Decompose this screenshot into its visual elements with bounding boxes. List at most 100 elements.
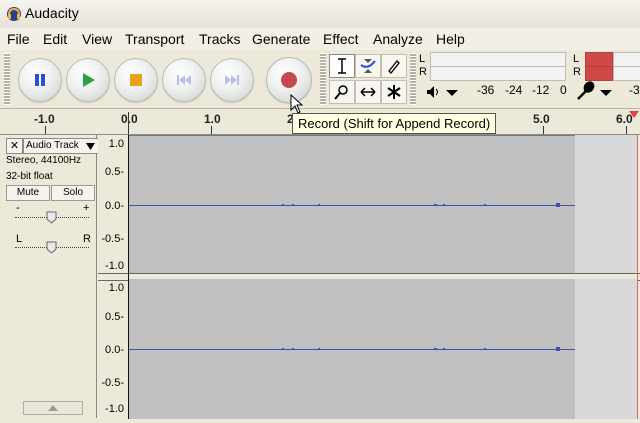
meter-scale-tick: -36 bbox=[477, 83, 495, 97]
meter-scale-tick: -3 bbox=[629, 83, 640, 97]
menu-view[interactable]: View bbox=[82, 31, 112, 47]
pause-icon bbox=[35, 74, 45, 86]
scale-label: -1.0 bbox=[105, 403, 124, 415]
audacity-logo-icon bbox=[7, 7, 21, 21]
play-head-marker-icon[interactable] bbox=[628, 110, 640, 120]
ruler-major-tick bbox=[211, 126, 212, 134]
menu-bar: File Edit View Transport Tracks Generate… bbox=[0, 28, 640, 50]
toolbar-grip[interactable] bbox=[410, 53, 416, 105]
pan-slider[interactable] bbox=[46, 241, 57, 254]
pause-button[interactable] bbox=[18, 58, 62, 102]
stop-icon bbox=[130, 74, 142, 86]
record-icon bbox=[281, 72, 297, 88]
zoom-tool[interactable] bbox=[329, 80, 355, 104]
skip-to-end-button[interactable] bbox=[210, 58, 254, 102]
ruler-major-tick bbox=[128, 112, 129, 134]
scale-label: -1.0 bbox=[105, 260, 124, 272]
scale-label: 0.0- bbox=[105, 344, 124, 356]
time-zero-line bbox=[128, 135, 129, 419]
track-name: Audio Track bbox=[26, 140, 79, 151]
pan-left-label: L bbox=[16, 233, 23, 245]
record-meter-left bbox=[585, 52, 613, 67]
envelope-tool[interactable] bbox=[355, 54, 381, 78]
close-track-button[interactable]: ✕ bbox=[6, 138, 23, 154]
asterisk-icon bbox=[387, 85, 401, 99]
ruler-major-tick bbox=[45, 126, 46, 134]
menu-tracks[interactable]: Tracks bbox=[199, 31, 240, 47]
solo-button[interactable]: Solo bbox=[51, 185, 95, 201]
scale-label: 0.0- bbox=[105, 200, 124, 212]
chevron-down-icon[interactable] bbox=[599, 88, 613, 98]
playback-meter-right bbox=[430, 66, 566, 81]
ruler-label: 0.0 bbox=[121, 112, 138, 126]
double-arrow-icon bbox=[360, 87, 376, 97]
track-control-panel: ✕ Audio Track Stereo, 44100Hz 32-bit flo… bbox=[3, 135, 99, 418]
track-bit-depth: 32-bit float bbox=[6, 171, 53, 182]
mouse-cursor-icon bbox=[290, 94, 304, 114]
meter-scale-tick: -24 bbox=[505, 83, 523, 97]
multi-tool[interactable] bbox=[381, 80, 407, 104]
magnifier-icon bbox=[334, 85, 348, 100]
scale-label: 1.0 bbox=[108, 282, 124, 294]
stop-button[interactable] bbox=[114, 58, 158, 102]
scale-label: 1.0 bbox=[108, 138, 124, 150]
ruler-label: 5.0 bbox=[533, 112, 550, 126]
skip-to-end-icon bbox=[225, 75, 239, 85]
scale-label: -0.5- bbox=[101, 377, 124, 389]
scale-label: 0.5- bbox=[105, 311, 124, 323]
skip-to-start-button[interactable] bbox=[162, 58, 206, 102]
gain-slider[interactable] bbox=[46, 211, 57, 224]
track-name-menu[interactable]: Audio Track bbox=[23, 138, 99, 154]
draw-tool[interactable] bbox=[381, 54, 407, 78]
waveform-peaks bbox=[282, 347, 560, 351]
menu-effect[interactable]: Effect bbox=[323, 31, 359, 47]
toolbar-grip[interactable] bbox=[320, 53, 326, 105]
record-meter-right-track bbox=[613, 66, 640, 81]
selection-tool[interactable] bbox=[329, 54, 355, 78]
menu-generate[interactable]: Generate bbox=[252, 31, 310, 47]
microphone-icon[interactable] bbox=[575, 81, 597, 101]
pan-right-label: R bbox=[83, 233, 91, 245]
menu-transport[interactable]: Transport bbox=[125, 31, 184, 47]
record-tooltip: Record (Shift for Append Record) bbox=[292, 113, 497, 134]
ruler-label: -1.0 bbox=[34, 112, 55, 126]
toolbar: L R L R bbox=[0, 50, 640, 109]
scale-label: -0.5- bbox=[101, 233, 124, 245]
record-meter-left-track bbox=[613, 52, 640, 67]
play-button[interactable] bbox=[66, 58, 110, 102]
toolbar-grip[interactable] bbox=[4, 53, 10, 105]
chevron-down-icon bbox=[86, 143, 95, 150]
playback-meter-left bbox=[430, 52, 566, 67]
track-end-line bbox=[637, 135, 638, 419]
menu-help[interactable]: Help bbox=[436, 31, 465, 47]
playback-meter-left-label: L bbox=[419, 53, 426, 65]
vertical-scale-right-channel: 1.0 0.5- 0.0- -0.5- -1.0 bbox=[98, 279, 128, 419]
record-button[interactable] bbox=[266, 57, 312, 103]
ruler-label: 1.0 bbox=[204, 112, 221, 126]
chevron-down-icon[interactable] bbox=[445, 88, 459, 98]
playback-meter-right-label: R bbox=[419, 66, 427, 78]
time-shift-tool[interactable] bbox=[355, 80, 381, 104]
record-meter-left-label: L bbox=[573, 53, 580, 65]
play-icon bbox=[83, 73, 95, 87]
window-title: Audacity bbox=[25, 5, 79, 21]
record-meter-right bbox=[585, 66, 613, 81]
gain-minus-label: - bbox=[16, 202, 20, 214]
envelope-icon bbox=[360, 59, 376, 73]
menu-edit[interactable]: Edit bbox=[43, 31, 67, 47]
vertical-scale-left-channel: 1.0 0.5- 0.0- -0.5- -1.0 bbox=[98, 135, 128, 273]
record-meter-right-label: R bbox=[573, 66, 581, 78]
collapse-track-button[interactable] bbox=[23, 401, 83, 415]
title-bar: Audacity bbox=[0, 0, 640, 29]
meter-scale-tick: 0 bbox=[560, 83, 567, 97]
menu-analyze[interactable]: Analyze bbox=[373, 31, 423, 47]
pencil-icon bbox=[388, 60, 400, 74]
empty-track-area[interactable] bbox=[575, 279, 637, 419]
gain-plus-label: + bbox=[83, 202, 90, 214]
ruler-major-tick bbox=[626, 126, 627, 134]
empty-track-area[interactable] bbox=[575, 135, 637, 273]
speaker-icon[interactable] bbox=[425, 84, 441, 100]
menu-file[interactable]: File bbox=[7, 31, 30, 47]
mute-button[interactable]: Mute bbox=[6, 185, 50, 201]
waveform-peaks bbox=[282, 203, 560, 207]
